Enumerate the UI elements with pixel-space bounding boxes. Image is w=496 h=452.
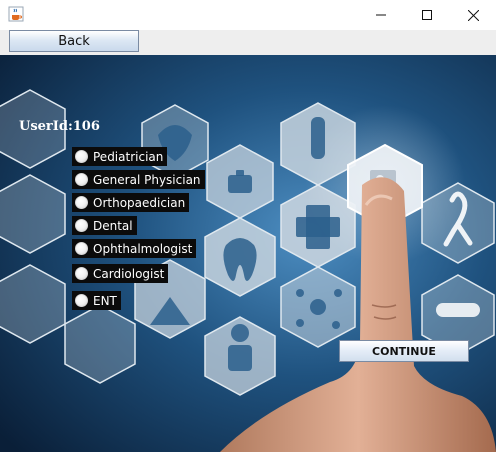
minimize-button[interactable] bbox=[358, 0, 404, 30]
close-button[interactable] bbox=[450, 0, 496, 30]
radio-general-physician[interactable]: General Physician bbox=[72, 170, 205, 189]
continue-button[interactable]: CONTINUE bbox=[339, 340, 469, 362]
radio-label: Orthopaedician bbox=[93, 195, 186, 210]
minimize-icon bbox=[376, 10, 386, 20]
radio-orthopaedician[interactable]: Orthopaedician bbox=[72, 193, 190, 212]
java-coffee-icon bbox=[8, 6, 24, 22]
radio-button-icon[interactable] bbox=[75, 294, 88, 307]
user-id-label: UserId:106 bbox=[19, 119, 100, 134]
toolbar: Back bbox=[0, 30, 496, 55]
radio-ent[interactable]: ENT bbox=[72, 291, 121, 310]
radio-label: Ophthalmologist bbox=[93, 241, 193, 256]
radio-ophthalmologist[interactable]: Ophthalmologist bbox=[72, 239, 197, 258]
back-button[interactable]: Back bbox=[9, 30, 139, 52]
radio-dental[interactable]: Dental bbox=[72, 216, 137, 235]
maximize-button[interactable] bbox=[404, 0, 450, 30]
radio-label: Dental bbox=[93, 218, 133, 233]
radio-button-icon[interactable] bbox=[75, 242, 88, 255]
radio-button-icon[interactable] bbox=[75, 267, 88, 280]
radio-label: Pediatrician bbox=[93, 149, 164, 164]
radio-button-icon[interactable] bbox=[75, 173, 88, 186]
title-bar bbox=[0, 0, 496, 30]
radio-button-icon[interactable] bbox=[75, 219, 88, 232]
main-panel: UserId:106 Pediatrician General Physicia… bbox=[0, 55, 496, 452]
radio-button-icon[interactable] bbox=[75, 150, 88, 163]
radio-label: Cardiologist bbox=[93, 266, 165, 281]
close-icon bbox=[467, 9, 479, 21]
radio-button-icon[interactable] bbox=[75, 196, 88, 209]
radio-label: General Physician bbox=[93, 172, 201, 187]
radio-label: ENT bbox=[93, 293, 117, 308]
radio-pediatrician[interactable]: Pediatrician bbox=[72, 147, 168, 166]
radio-cardiologist[interactable]: Cardiologist bbox=[72, 264, 169, 283]
maximize-icon bbox=[422, 10, 432, 20]
